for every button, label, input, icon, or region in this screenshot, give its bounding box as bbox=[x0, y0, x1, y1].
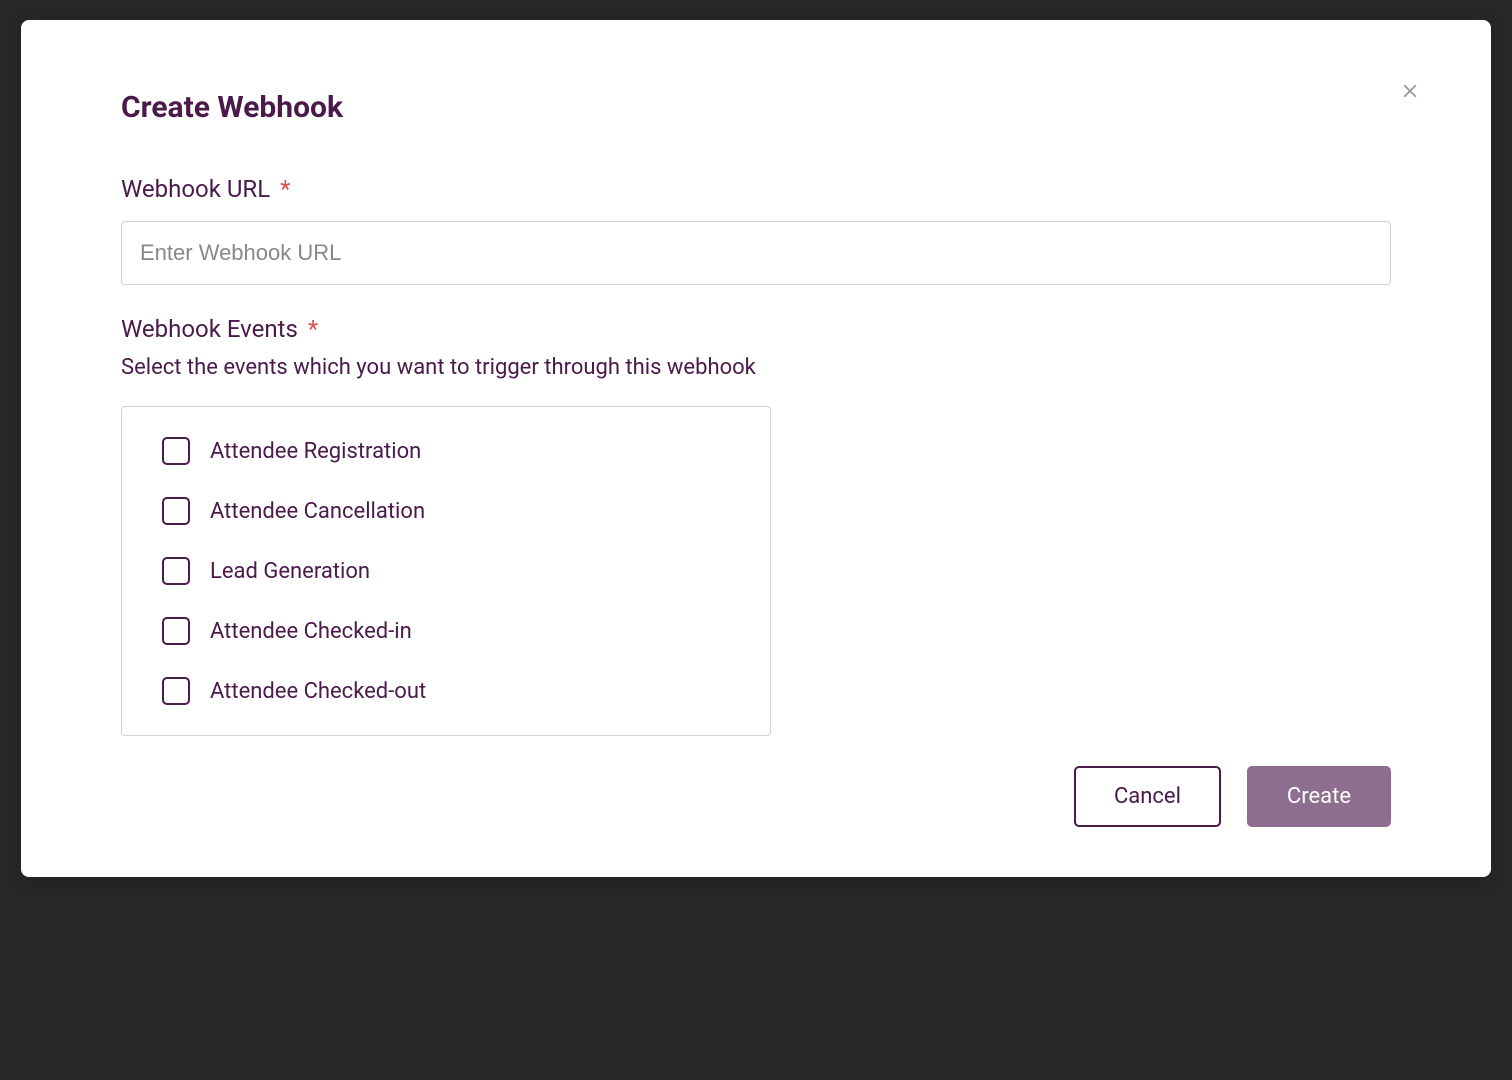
event-item-attendee-checked-out: Attendee Checked-out bbox=[162, 677, 730, 705]
required-marker: * bbox=[308, 315, 318, 343]
required-marker: * bbox=[280, 175, 290, 203]
close-button[interactable] bbox=[1399, 80, 1421, 104]
checkbox-attendee-checked-out[interactable] bbox=[162, 677, 190, 705]
checkbox-attendee-checked-in[interactable] bbox=[162, 617, 190, 645]
events-list: Attendee Registration Attendee Cancellat… bbox=[121, 406, 771, 736]
create-button[interactable]: Create bbox=[1247, 766, 1391, 827]
event-label[interactable]: Attendee Checked-in bbox=[210, 619, 412, 644]
checkbox-attendee-cancellation[interactable] bbox=[162, 497, 190, 525]
checkbox-attendee-registration[interactable] bbox=[162, 437, 190, 465]
event-item-attendee-cancellation: Attendee Cancellation bbox=[162, 497, 730, 525]
checkbox-lead-generation[interactable] bbox=[162, 557, 190, 585]
event-item-attendee-checked-in: Attendee Checked-in bbox=[162, 617, 730, 645]
create-webhook-modal: Create Webhook Webhook URL * Webhook Eve… bbox=[21, 20, 1491, 877]
webhook-events-label-text: Webhook Events bbox=[121, 315, 298, 343]
close-icon bbox=[1399, 80, 1421, 102]
modal-footer: Cancel Create bbox=[121, 766, 1391, 827]
event-item-lead-generation: Lead Generation bbox=[162, 557, 730, 585]
event-label[interactable]: Lead Generation bbox=[210, 559, 370, 584]
webhook-events-group: Webhook Events * Select the events which… bbox=[121, 315, 1391, 736]
event-item-attendee-registration: Attendee Registration bbox=[162, 437, 730, 465]
webhook-events-label: Webhook Events * bbox=[121, 315, 1391, 343]
event-label[interactable]: Attendee Checked-out bbox=[210, 679, 426, 704]
webhook-url-group: Webhook URL * bbox=[121, 175, 1391, 285]
event-label[interactable]: Attendee Registration bbox=[210, 439, 421, 464]
webhook-url-label-text: Webhook URL bbox=[121, 175, 270, 203]
webhook-url-label: Webhook URL * bbox=[121, 175, 1391, 203]
event-label[interactable]: Attendee Cancellation bbox=[210, 499, 425, 524]
webhook-events-description: Select the events which you want to trig… bbox=[121, 355, 1391, 380]
modal-title: Create Webhook bbox=[121, 90, 1391, 125]
cancel-button[interactable]: Cancel bbox=[1074, 766, 1221, 827]
webhook-url-input[interactable] bbox=[121, 221, 1391, 285]
